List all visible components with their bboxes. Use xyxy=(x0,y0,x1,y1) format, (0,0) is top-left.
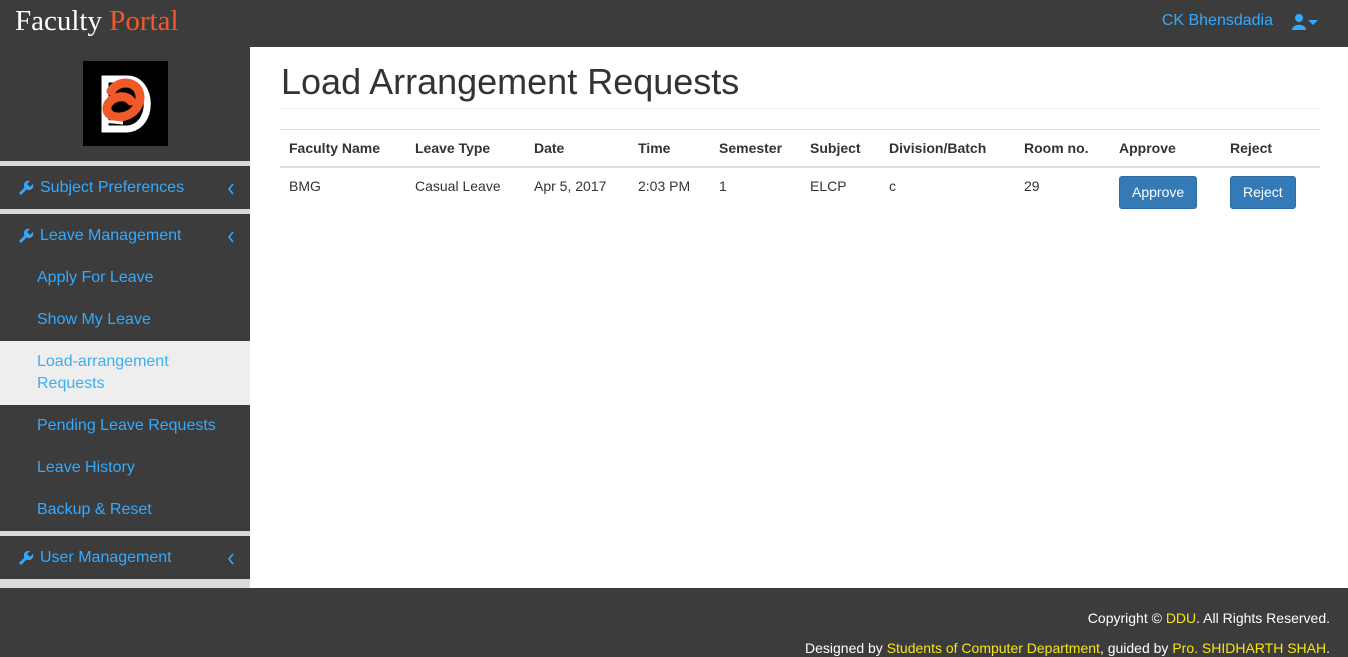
students-link[interactable]: Students of Computer Department xyxy=(887,640,1100,656)
wrench-icon xyxy=(18,228,34,244)
wrench-icon xyxy=(18,180,34,196)
brand-portal: Portal xyxy=(109,5,179,37)
brand-faculty: Faculty xyxy=(15,5,102,37)
cell-subject: ELCP xyxy=(801,166,880,217)
cell-faculty: BMG xyxy=(280,166,406,217)
col-division-batch: Division/Batch xyxy=(880,129,1015,168)
label-line-2: Requests xyxy=(37,375,105,392)
col-approve: Approve xyxy=(1110,129,1221,168)
sidebar-section-label: Subject Preferences xyxy=(40,178,185,196)
sidebar-item-label: Backup & Reset xyxy=(37,501,152,518)
cell-room: 29 xyxy=(1015,166,1110,217)
chevron-left-icon xyxy=(227,230,235,242)
copyright-prefix: Copyright © xyxy=(1087,610,1162,626)
sidebar: Subject Preferences Leave Management App… xyxy=(0,47,250,588)
user-name-link[interactable]: CK Bhensdadia xyxy=(1162,12,1273,30)
logo-area xyxy=(0,47,250,161)
cell-approve: Approve xyxy=(1110,166,1221,217)
sidebar-item-leave-history[interactable]: Leave History xyxy=(0,447,250,489)
designed-by-text: Designed by xyxy=(804,640,883,656)
brand[interactable]: Faculty Portal xyxy=(15,5,179,37)
chevron-left-icon xyxy=(227,552,235,564)
sidebar-item-pending-leave-requests[interactable]: Pending Leave Requests xyxy=(0,405,250,447)
table-header-row: Faculty Name Leave Type Date Time Semest… xyxy=(280,129,1320,168)
sidebar-item-label: Show My Leave xyxy=(37,311,151,328)
label-line-1: Load-arrangement xyxy=(37,353,169,370)
sidebar-item-label: Apply For Leave xyxy=(37,269,154,286)
chevron-left-icon xyxy=(227,182,235,194)
sidebar-subject-preferences[interactable]: Subject Preferences xyxy=(0,166,250,209)
cell-semester: 1 xyxy=(710,166,801,217)
org-link[interactable]: DDU xyxy=(1166,610,1196,626)
footer: Copyright © DDU. All Rights Reserved. De… xyxy=(0,588,1348,657)
col-room-no: Room no. xyxy=(1015,129,1110,168)
sidebar-item-apply-for-leave[interactable]: Apply For Leave xyxy=(0,257,250,299)
title-divider xyxy=(281,108,1320,109)
cell-reject: Reject xyxy=(1221,166,1320,217)
col-faculty-name: Faculty Name xyxy=(280,129,406,168)
col-reject: Reject xyxy=(1221,129,1320,168)
cell-date: Apr 5, 2017 xyxy=(525,166,629,217)
load-arrangement-table: Faculty Name Leave Type Date Time Semest… xyxy=(280,129,1320,217)
approve-button[interactable]: Approve xyxy=(1119,175,1198,209)
sidebar-item-label: Leave History xyxy=(37,459,135,476)
sidebar-item-label: Load-arrangement Requests xyxy=(37,351,169,395)
cell-leave-type: Casual Leave xyxy=(406,166,525,217)
sidebar-section-label: User Management xyxy=(40,548,172,566)
footer-credits: Designed by Students of Computer Departm… xyxy=(805,640,1330,656)
sidebar-user-management[interactable]: User Management xyxy=(0,536,250,579)
col-subject: Subject xyxy=(801,129,880,168)
sidebar-item-load-arrangement-requests[interactable]: Load-arrangement Requests xyxy=(0,341,250,405)
guided-by-text: , guided by xyxy=(1099,640,1169,656)
cell-division: c xyxy=(880,166,1015,217)
ddu-logo xyxy=(83,61,168,146)
wrench-icon xyxy=(18,550,34,566)
sidebar-section-label: Leave Management xyxy=(40,226,182,244)
footer-copyright: Copyright © DDU. All Rights Reserved. xyxy=(1088,610,1330,626)
page-title: Load Arrangement Requests xyxy=(281,61,740,102)
sidebar-item-backup-reset[interactable]: Backup & Reset xyxy=(0,489,250,531)
sidebar-item-label: Pending Leave Requests xyxy=(37,417,216,434)
cell-time: 2:03 PM xyxy=(629,166,710,217)
period-text: . xyxy=(1326,640,1330,656)
reject-button[interactable]: Reject xyxy=(1230,175,1296,209)
sidebar-leave-management[interactable]: Leave Management xyxy=(0,214,250,257)
col-time: Time xyxy=(629,129,710,168)
sidebar-item-show-my-leave[interactable]: Show My Leave xyxy=(0,299,250,341)
col-leave-type: Leave Type xyxy=(406,129,525,168)
rights-text: . All Rights Reserved. xyxy=(1196,610,1330,626)
main-content: Load Arrangement Requests Faculty Name L… xyxy=(250,47,1348,588)
user-caret-icon[interactable] xyxy=(1292,12,1320,32)
guide-link[interactable]: Pro. SHIDHARTH SHAH xyxy=(1172,640,1326,656)
col-date: Date xyxy=(525,129,629,168)
top-navbar: Faculty Portal CK Bhensdadia xyxy=(0,0,1348,47)
table-row: BMG Casual Leave Apr 5, 2017 2:03 PM 1 E… xyxy=(280,166,1320,217)
col-semester: Semester xyxy=(710,129,801,168)
